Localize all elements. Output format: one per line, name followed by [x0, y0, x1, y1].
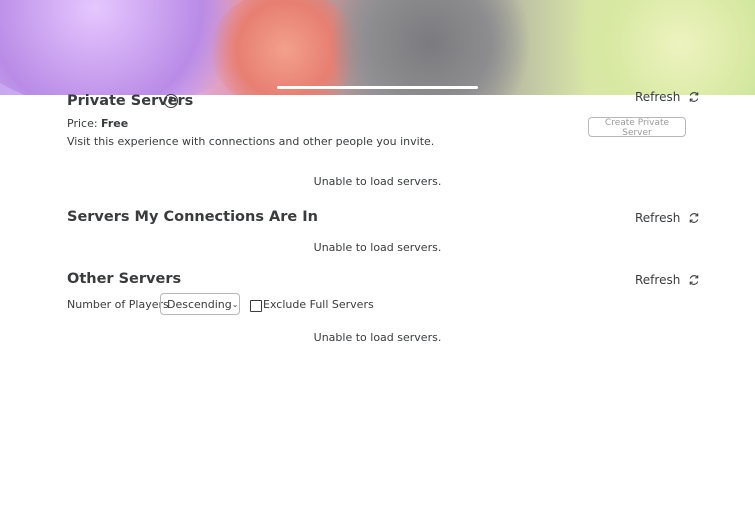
create-private-server-button[interactable]: Create Private Server	[588, 117, 686, 138]
carousel-progress-bar[interactable]	[277, 86, 478, 89]
banner-art	[560, 0, 755, 95]
exclude-full-servers-checkbox[interactable]	[250, 300, 262, 312]
chevron-down-icon: ⌄	[231, 299, 239, 309]
sort-label: Number of Players	[67, 298, 169, 311]
private-servers-empty-message: Unable to load servers.	[313, 175, 442, 188]
question-circle-icon[interactable]: ?	[164, 94, 178, 108]
exclude-full-servers-label[interactable]: Exclude Full Servers	[263, 298, 374, 311]
sort-order-value: Descending	[167, 297, 232, 311]
connections-servers-empty-message: Unable to load servers.	[313, 241, 442, 254]
refresh-label: Refresh	[635, 273, 681, 287]
private-servers-refresh-button[interactable]: Refresh	[635, 90, 700, 104]
refresh-icon	[690, 213, 699, 223]
refresh-icon	[690, 92, 699, 102]
banner-art	[320, 0, 540, 95]
sort-order-select[interactable]: Descending ⌄	[160, 293, 240, 315]
other-servers-refresh-button[interactable]: Refresh	[635, 273, 700, 287]
game-media-banner[interactable]	[0, 0, 755, 95]
price-value: Free	[101, 117, 129, 130]
refresh-label: Refresh	[635, 90, 681, 104]
private-servers-description: Visit this experience with connections a…	[67, 135, 435, 148]
price-row: Price: Free	[67, 117, 128, 130]
other-servers-empty-message: Unable to load servers.	[313, 331, 442, 344]
refresh-label: Refresh	[635, 211, 681, 225]
other-servers-title: Other Servers	[67, 271, 182, 287]
connections-servers-title: Servers My Connections Are In	[67, 209, 318, 225]
price-label: Price:	[67, 117, 98, 130]
connections-servers-refresh-button[interactable]: Refresh	[635, 211, 700, 225]
refresh-icon	[690, 275, 699, 285]
